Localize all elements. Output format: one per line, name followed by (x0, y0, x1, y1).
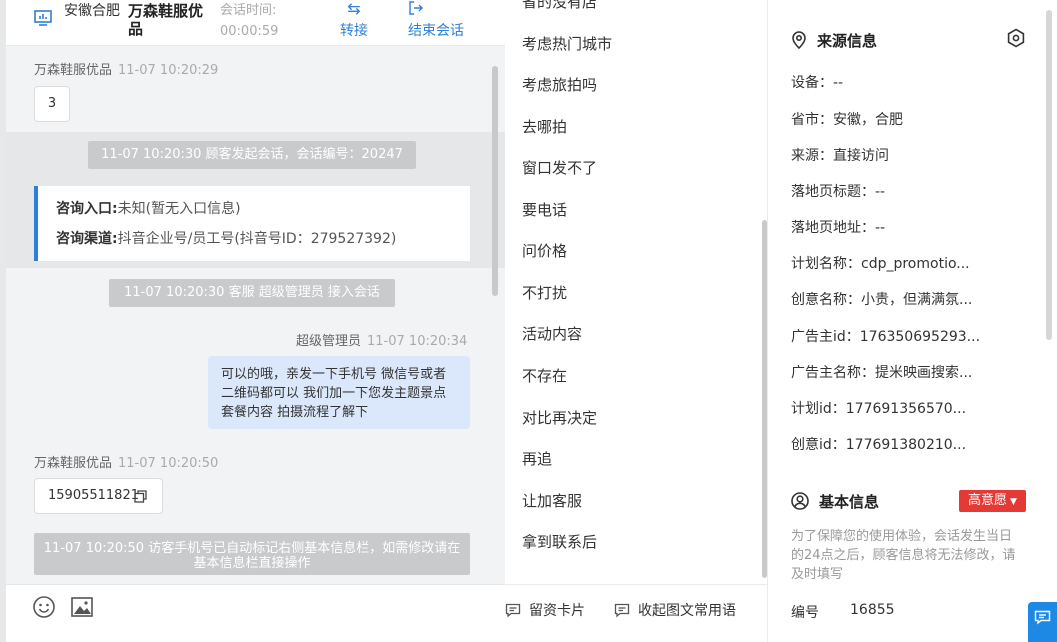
source-field: 来源：直接访问 (791, 148, 889, 164)
chat-panel: 安徽合肥 万森鞋服优品 会话时间: 00:00:59 ⇆ 转接 结束会话 万森鞋… (0, 0, 505, 642)
info-scrollbar[interactable] (1046, 10, 1052, 340)
message-sender: 万森鞋服优品 11-07 10:20:50 (34, 452, 218, 471)
inquiry-entry-label: 咨询入口: (56, 201, 118, 217)
advertiser-name-field: 广告主名称：提米映画搜索... (791, 365, 973, 381)
inquiry-entry-value: 未知(暂无入口信息) (117, 201, 241, 217)
quick-reply-item[interactable]: 省的没有店 (522, 0, 597, 12)
sender-name: 万森鞋服优品 (34, 63, 113, 78)
card-icon (505, 603, 521, 618)
lead-card-button[interactable]: 留资卡片 (505, 600, 585, 620)
source-info-title: 来源信息 (791, 30, 877, 51)
message-list[interactable]: 万森鞋服优品 11-07 10:20:29 3 11-07 10:20:30 顾客… (6, 46, 505, 584)
quick-reply-list[interactable]: 省的没有店 考虑热门城市 考虑旅拍吗 去哪拍 窗口发不了 要电话 问价格 不打扰… (505, 0, 767, 584)
inquiry-channel-value: 抖音企业号/员工号(抖音号ID：279527392) (117, 231, 397, 247)
end-session-button[interactable]: 结束会话 (404, 0, 468, 42)
quick-reply-footer: 留资卡片 收起图文常用语 (505, 584, 767, 642)
landing-title-field: 落地页标题：-- (791, 184, 886, 200)
inquiry-entry-row: 咨询入口:未知(暂无入口信息) (56, 194, 470, 224)
collapse-phrases-label: 收起图文常用语 (638, 603, 736, 619)
message-input-area[interactable] (6, 584, 505, 642)
phone-message-bubble: 15905511821 (34, 478, 163, 514)
exit-icon (404, 0, 468, 20)
quick-reply-item[interactable]: 考虑热门城市 (522, 33, 612, 54)
agent-message-bubble: 可以的哦，亲发一下手机号 微信号或者二维码都可以 我们加一下您发主题景点 套餐内… (208, 356, 470, 429)
quick-reply-item[interactable]: 不存在 (522, 365, 567, 386)
chat-icon (1034, 610, 1051, 625)
sender-name: 万森鞋服优品 (34, 456, 113, 471)
message-time: 11-07 10:20:29 (118, 63, 219, 78)
creative-name-field: 创意名称：小贵，但满满氛... (791, 292, 973, 308)
quick-reply-item[interactable]: 不打扰 (522, 282, 567, 303)
app-root: 安徽合肥 万森鞋服优品 会话时间: 00:00:59 ⇆ 转接 结束会话 万森鞋… (0, 0, 1057, 642)
lead-card-label: 留资卡片 (529, 603, 585, 619)
quick-reply-item[interactable]: 拿到联系后 (522, 531, 597, 552)
monitor-icon (34, 10, 52, 26)
customer-number-value: 16855 (850, 602, 895, 618)
visitor-location: 安徽合肥 (64, 3, 120, 19)
quick-reply-item[interactable]: 要电话 (522, 199, 567, 220)
location-pin-icon (792, 31, 806, 50)
message-sender: 万森鞋服优品 11-07 10:20:29 (34, 59, 218, 78)
advertiser-id-field: 广告主id：176350695293... (791, 329, 981, 345)
sender-name: 超级管理员 (296, 334, 362, 349)
collapse-phrases-button[interactable]: 收起图文常用语 (614, 600, 736, 620)
system-message: 11-07 10:20:50 访客手机号已自动标记右侧基本信息栏，如需修改请在基… (34, 533, 470, 575)
chat-scrollbar[interactable] (492, 66, 498, 296)
quick-reply-item[interactable]: 活动内容 (522, 323, 582, 344)
inquiry-channel-row: 咨询渠道:抖音企业号/员工号(抖音号ID：279527392) (56, 224, 470, 254)
intent-value: 高意愿 (968, 493, 1008, 508)
quick-reply-item[interactable]: 考虑旅拍吗 (522, 74, 597, 95)
image-icon[interactable] (70, 595, 94, 619)
quick-reply-item[interactable]: 对比再决定 (522, 407, 597, 428)
inquiry-channel-label: 咨询渠道: (56, 231, 118, 247)
plan-id-field: 计划id：177691356570... (791, 401, 967, 417)
session-time-label: 会话时间: (220, 3, 277, 18)
copy-icon[interactable] (134, 490, 147, 503)
chat-float-button[interactable] (1028, 602, 1057, 642)
message-bubble: 3 (34, 86, 70, 122)
quick-reply-item[interactable]: 去哪拍 (522, 116, 567, 137)
quick-reply-panel: 省的没有店 考虑热门城市 考虑旅拍吗 去哪拍 窗口发不了 要电话 问价格 不打扰… (505, 0, 767, 642)
system-message: 11-07 10:20:30 顾客发起会话，会话编号：20247 (88, 141, 416, 169)
province-city-field: 省市：安徽，合肥 (791, 112, 903, 128)
chat-header: 安徽合肥 万森鞋服优品 会话时间: 00:00:59 ⇆ 转接 结束会话 (6, 0, 505, 46)
message-icon (614, 603, 630, 618)
edit-hint: 为了保障您的使用体验，会话发生当日的24点之后，顾客信息将无法修改，请及时填写 (791, 529, 1016, 582)
intent-dropdown[interactable]: 高意愿 ▼ (959, 490, 1026, 512)
customer-info-panel: 来源信息 设备：-- 省市：安徽，合肥 来源：直接访问 落地页标题：-- 落地页… (767, 0, 1057, 642)
customer-info-content[interactable]: 来源信息 设备：-- 省市：安徽，合肥 来源：直接访问 落地页标题：-- 落地页… (768, 0, 1051, 642)
emoji-icon[interactable] (32, 595, 56, 619)
message-time: 11-07 10:20:34 (367, 334, 468, 349)
transfer-button[interactable]: ⇆ 转接 (336, 0, 372, 42)
device-field: 设备：-- (791, 75, 844, 91)
transfer-label: 转接 (340, 23, 368, 39)
plan-name-field: 计划名称：cdp_promotio... (791, 256, 970, 272)
quick-reply-item[interactable]: 问价格 (522, 240, 567, 261)
quick-reply-item[interactable]: 窗口发不了 (522, 157, 597, 178)
landing-url-field: 落地页地址：-- (791, 220, 886, 236)
system-message: 11-07 10:20:30 客服 超级管理员 接入会话 (109, 279, 395, 307)
settings-icon[interactable] (1006, 28, 1026, 48)
message-time: 11-07 10:20:50 (118, 456, 219, 471)
phone-number: 15905511821 (48, 488, 139, 503)
transfer-icon: ⇆ (347, 0, 361, 18)
inquiry-info-card: 咨询入口:未知(暂无入口信息) 咨询渠道:抖音企业号/员工号(抖音号ID：279… (34, 186, 470, 261)
user-icon (791, 492, 809, 510)
basic-info-title: 基本信息 (791, 491, 879, 512)
quick-reply-item[interactable]: 让加客服 (522, 490, 582, 511)
end-session-label: 结束会话 (408, 23, 464, 39)
shop-name: 万森鞋服优品 (128, 2, 204, 38)
customer-number-label: 编号 (791, 605, 819, 621)
quick-reply-item[interactable]: 再追 (522, 448, 552, 469)
session-time-value: 00:00:59 (220, 24, 279, 39)
message-sender: 超级管理员 11-07 10:20:34 (296, 330, 467, 349)
caret-down-icon: ▼ (1010, 497, 1017, 507)
basic-info-label: 基本信息 (819, 493, 880, 511)
creative-id-field: 创意id：177691380210... (791, 437, 967, 453)
source-info-label: 来源信息 (817, 32, 878, 50)
